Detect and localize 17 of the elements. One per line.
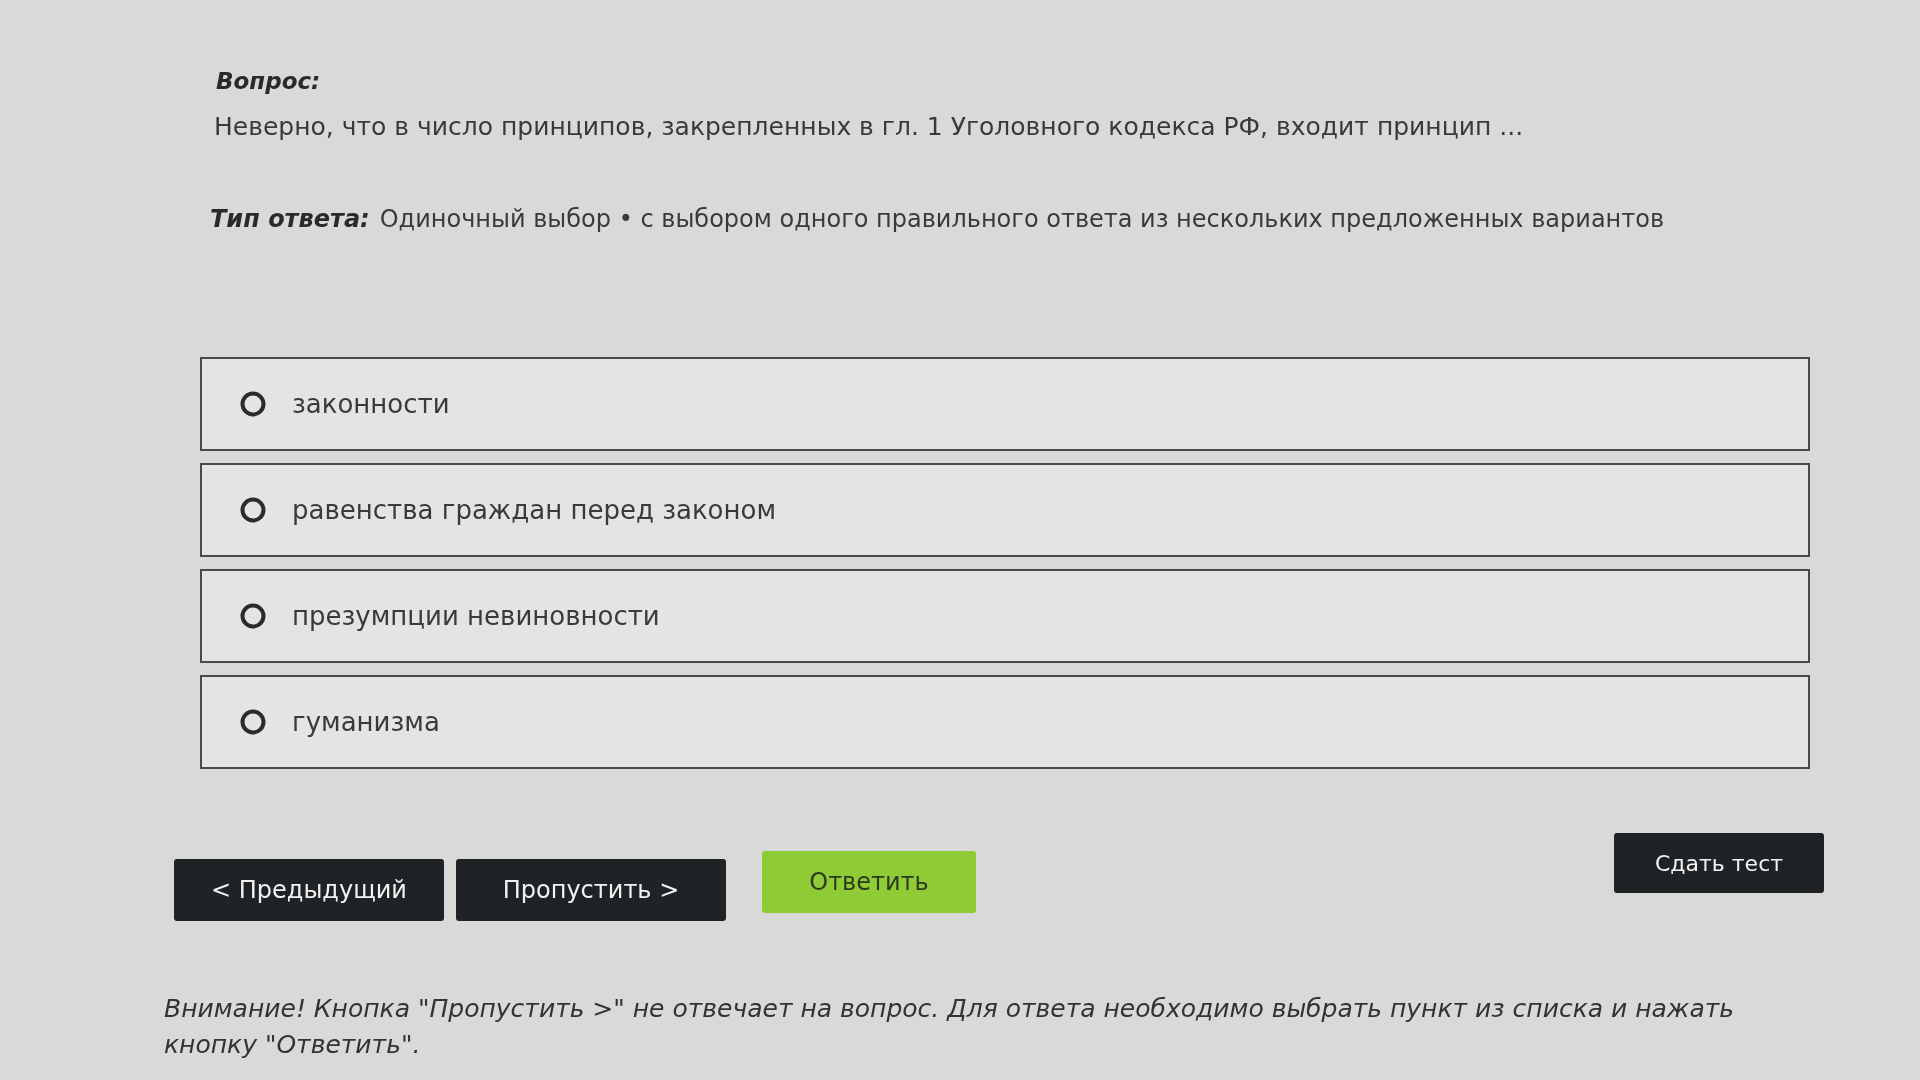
notice-text: Внимание! Кнопка "Пропустить >" не отвечает на вопрос. Для ответа необходимо выбрать пункт из списка и нажать кнопку "Ответить". <box>164 993 1735 1062</box>
radio-icon[interactable] <box>240 497 266 523</box>
answer-option[interactable]: равенства граждан перед законом <box>200 463 1810 557</box>
answer-button[interactable]: Ответить <box>762 851 976 913</box>
radio-icon[interactable] <box>240 709 266 735</box>
answer-option[interactable]: законности <box>200 357 1810 451</box>
nav-button[interactable]: Пропустить > <box>456 859 726 921</box>
question-label: Вопрос: <box>216 68 321 94</box>
submit-test-button[interactable]: Сдать тест <box>1614 833 1824 893</box>
answer-option[interactable]: гуманизма <box>200 675 1810 769</box>
answer-option[interactable]: презумпции невиновности <box>200 569 1810 663</box>
radio-icon[interactable] <box>240 603 266 629</box>
question-text: Неверно, что в число принципов, закрепленных в гл. 1 Уголовного кодекса РФ, входит принцип ... <box>214 112 1524 141</box>
answer-type-label: Тип ответа: <box>210 205 370 233</box>
nav-button[interactable]: < Предыдущий <box>174 859 444 921</box>
radio-icon[interactable] <box>240 391 266 417</box>
answer-type-text: Одиночный выбор • с выбором одного правильного ответа из нескольких предложенных вариантов <box>379 205 1665 233</box>
